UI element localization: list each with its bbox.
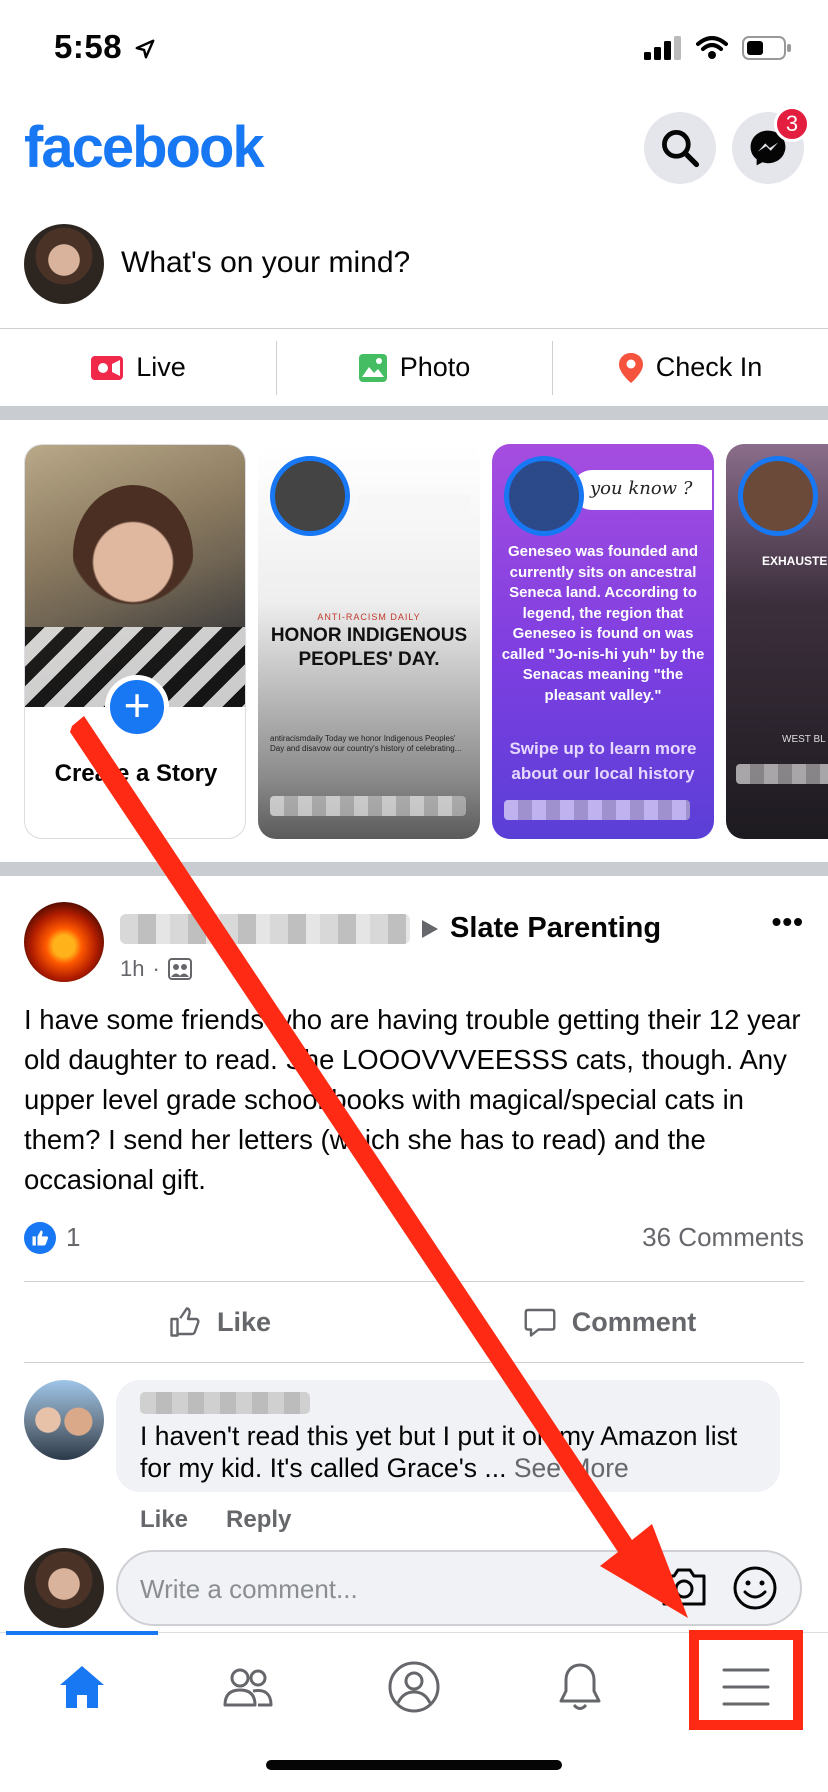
blurred-text (736, 764, 828, 784)
comment-like-button[interactable]: Like (140, 1506, 188, 1534)
annotation-highlight-box (689, 1630, 803, 1730)
tab-profile[interactable] (374, 1647, 454, 1727)
poster-avatar[interactable] (24, 902, 104, 982)
check-in-button[interactable]: Check In (552, 329, 828, 406)
comment-bubble[interactable]: I haven't read this yet but I put it on … (116, 1380, 780, 1492)
blurred-author (270, 796, 466, 816)
wifi-icon (696, 36, 728, 59)
user-face (73, 485, 193, 625)
tab-friends[interactable] (208, 1647, 288, 1727)
comment-button[interactable]: Comment (414, 1282, 804, 1362)
post-actions: Like Comment (24, 1281, 804, 1363)
comment-reply-button[interactable]: Reply (226, 1506, 291, 1534)
thumbs-up-icon (170, 1307, 200, 1337)
tab-home[interactable] (42, 1647, 122, 1727)
messenger-badge: 3 (774, 106, 810, 142)
photo-icon (358, 353, 387, 382)
facebook-logo[interactable]: facebook (24, 114, 265, 181)
group-name[interactable]: Slate Parenting (450, 912, 661, 945)
battery-icon (742, 36, 791, 60)
create-story-label: Create a Story (54, 760, 218, 787)
story-title: HONOR INDIGENOUS PEOPLES' DAY. (270, 625, 468, 670)
story-card[interactable]: you know ? Geneseo was founded and curre… (492, 444, 714, 839)
story-card[interactable]: ANTI-RACISM DAILY HONOR INDIGENOUS PEOPL… (258, 444, 480, 839)
composer-prompt[interactable]: What's on your mind? (121, 246, 410, 280)
more-options-icon[interactable]: ••• (772, 906, 804, 938)
app-header: facebook 3 (0, 100, 828, 200)
like-button[interactable]: Like (24, 1282, 414, 1362)
comment-icon (524, 1308, 556, 1337)
photo-label: Photo (399, 352, 471, 382)
user-avatar (24, 1548, 104, 1628)
notifications-icon (559, 1663, 601, 1710)
stories-tray[interactable]: + Create a Story ANTI-RACISM DAILY HONOR… (24, 444, 828, 839)
story-card[interactable]: EXHAUSTED WEST BL (726, 444, 828, 839)
group-audience-icon (167, 958, 192, 980)
like-label: Like (216, 1306, 272, 1337)
story-kicker: ANTI-RACISM DAILY (317, 612, 421, 622)
comment-actions: Like Reply (140, 1506, 291, 1534)
story-avatar (738, 456, 818, 536)
profile-icon (388, 1661, 440, 1713)
post-time[interactable]: 1h (120, 956, 144, 982)
meta-dot: · (152, 956, 160, 981)
location-arrow-icon (135, 39, 155, 59)
camera-icon[interactable] (660, 1566, 708, 1608)
commenter-avatar[interactable] (24, 1380, 104, 1460)
story-sticker-text: EXHAUSTED (762, 554, 828, 568)
section-divider (0, 862, 828, 876)
location-pin-icon (618, 352, 643, 383)
like-count: 1 (66, 1222, 81, 1252)
check-in-label: Check In (655, 352, 763, 382)
status-icons (644, 36, 792, 60)
live-label: Live (136, 352, 186, 382)
create-story-card[interactable]: + Create a Story (24, 444, 246, 839)
blurred-commenter-name[interactable] (140, 1392, 310, 1414)
story-pill-text: you know ? (572, 470, 712, 510)
story-avatar (504, 456, 584, 536)
photo-button[interactable]: Photo (276, 329, 552, 406)
story-swipe-text: Swipe up to learn more about our local h… (509, 739, 697, 783)
section-divider (0, 406, 828, 420)
user-avatar[interactable] (24, 224, 104, 304)
post-header: Slate Parenting (120, 912, 661, 945)
reactions-row[interactable]: 1 36 Comments (24, 1220, 804, 1260)
write-comment-row: Write a comment... (24, 1548, 804, 1628)
emoji-icon[interactable] (732, 1565, 778, 1611)
arrow-right-icon (422, 919, 438, 938)
signal-icon (644, 36, 681, 60)
blurred-name (358, 494, 470, 516)
comments-count[interactable]: 36 Comments (642, 1222, 804, 1253)
messenger-button[interactable]: 3 (732, 106, 810, 184)
search-icon (662, 130, 700, 168)
tab-notifications[interactable] (540, 1647, 620, 1727)
post-meta: 1h · (120, 956, 192, 982)
story-caption: antiracismdaily Today we honor Indigenou… (270, 734, 462, 753)
comment-label: Comment (571, 1306, 697, 1337)
status-composer[interactable]: What's on your mind? (0, 220, 828, 328)
friends-icon (223, 1668, 273, 1707)
story-text: Geneseo was founded and currently sits o… (501, 543, 705, 704)
composer-actions: Live Photo Check In (0, 328, 828, 406)
search-button[interactable] (644, 112, 716, 184)
story-bottom-text: WEST BL (782, 734, 826, 745)
live-video-icon (91, 355, 124, 380)
see-more-link[interactable]: See More (514, 1453, 629, 1483)
home-indicator (266, 1760, 562, 1770)
status-bar: 5:58 (0, 0, 828, 100)
home-icon (60, 1666, 104, 1708)
blurred-author (504, 800, 690, 820)
comment-text: I haven't read this yet but I put it on … (140, 1420, 760, 1484)
user-story-photo (25, 445, 245, 707)
status-time: 5:58 (54, 28, 156, 66)
like-reaction-icon (24, 1222, 56, 1254)
add-story-button[interactable]: + (105, 675, 169, 739)
active-tab-indicator (6, 1631, 158, 1635)
blurred-poster-name[interactable] (120, 913, 410, 944)
clock-text: 5:58 (54, 28, 123, 65)
post-body: I have some friends who are having troub… (24, 1004, 801, 1195)
story-avatar (270, 456, 350, 536)
comment-body: I haven't read this yet but I put it on … (140, 1421, 738, 1483)
live-button[interactable]: Live (0, 329, 276, 406)
